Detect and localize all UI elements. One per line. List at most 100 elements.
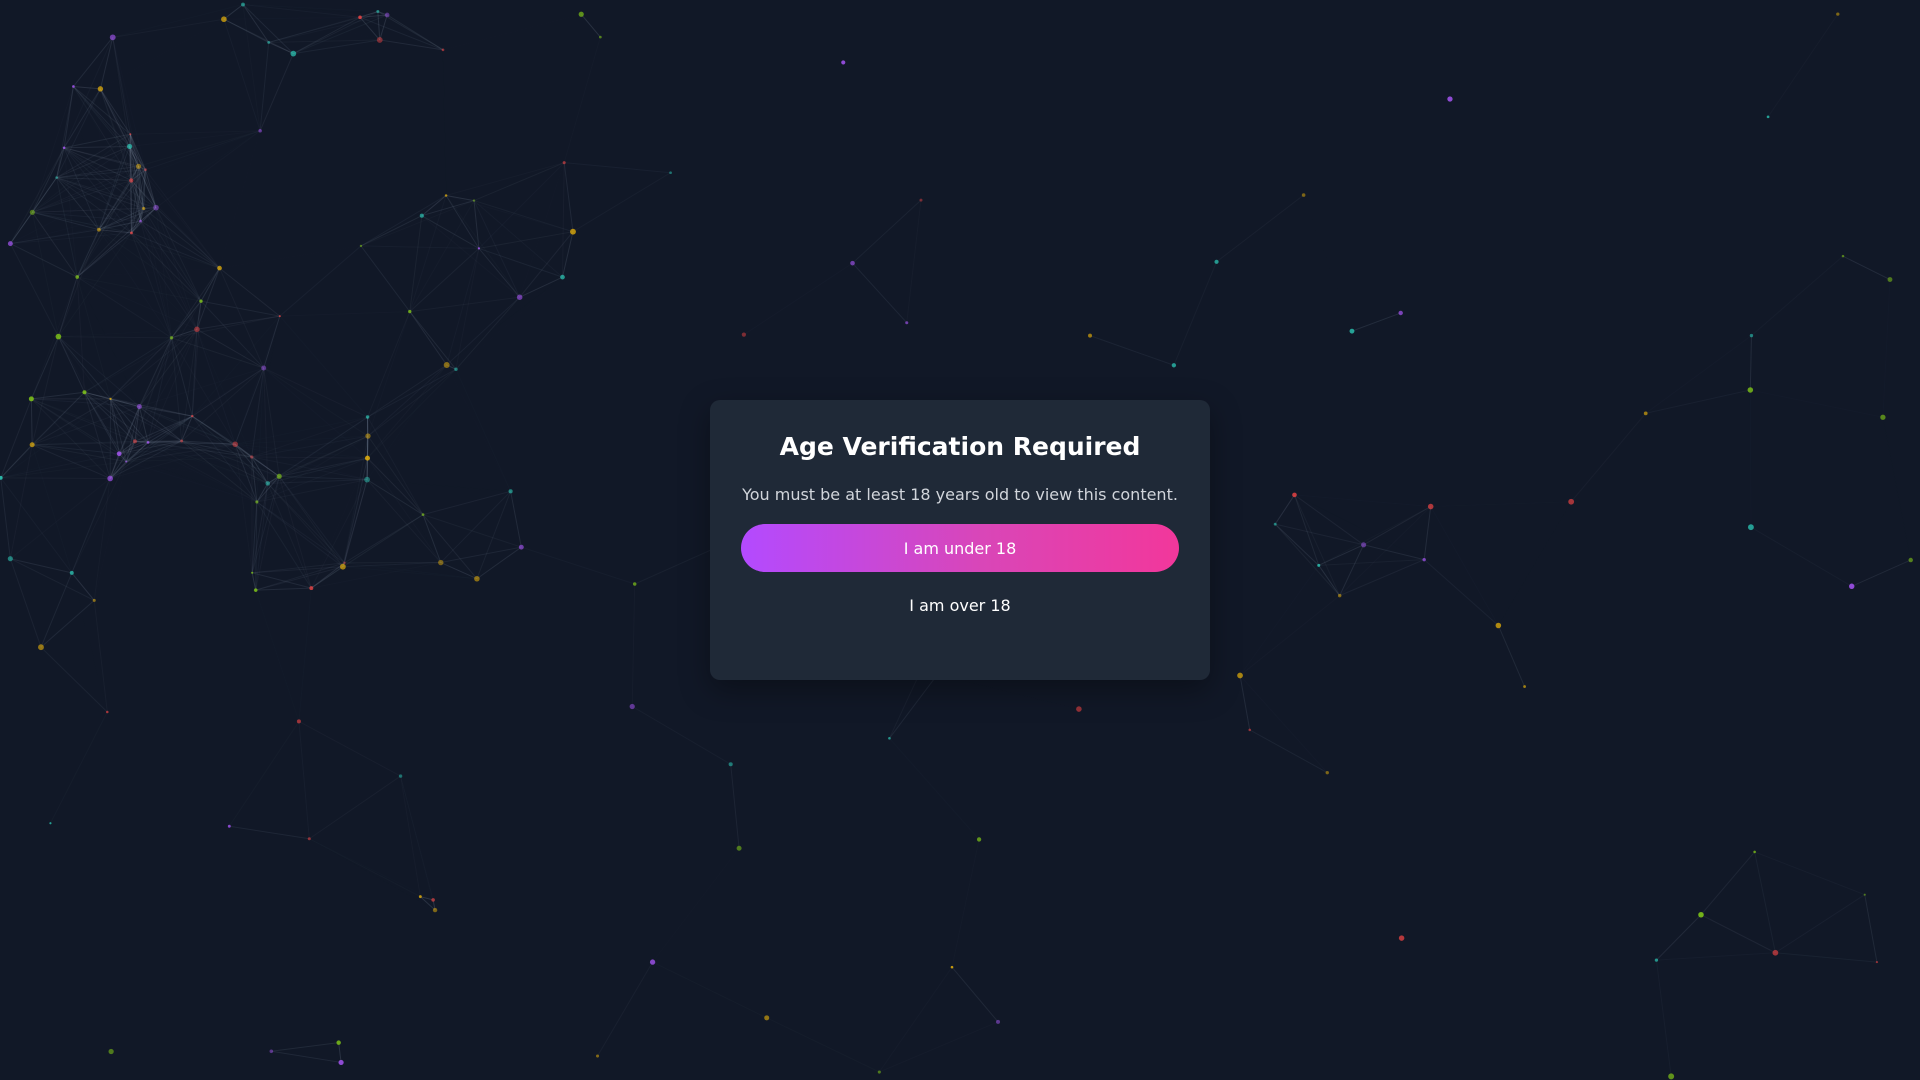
network-node — [153, 204, 159, 211]
network-link — [730, 764, 740, 849]
network-link — [519, 276, 563, 298]
network-node — [1753, 850, 1756, 854]
network-node — [736, 845, 742, 851]
network-node — [432, 907, 438, 913]
network-link — [31, 391, 85, 400]
network-link — [443, 14, 581, 50]
network-node — [199, 299, 203, 303]
network-link — [422, 514, 522, 548]
network-node — [570, 228, 576, 235]
network-link — [345, 563, 477, 579]
network-node — [217, 265, 222, 271]
network-link — [309, 775, 401, 840]
network-link — [379, 39, 444, 51]
network-link — [447, 277, 563, 365]
network-link — [563, 162, 574, 232]
network-link — [57, 336, 85, 393]
network-link — [456, 369, 511, 491]
network-link — [57, 276, 78, 337]
network-link — [259, 42, 270, 131]
network-link — [367, 369, 455, 458]
network-node — [728, 762, 733, 767]
network-link — [259, 53, 294, 132]
network-node — [136, 404, 142, 410]
network-node — [1398, 935, 1405, 941]
network-link — [40, 599, 95, 648]
network-node — [365, 433, 371, 439]
network-link — [278, 476, 345, 564]
network-node — [169, 336, 174, 340]
network-node — [29, 209, 35, 215]
network-link — [1751, 280, 1890, 336]
network-link — [196, 315, 280, 330]
network-node — [278, 315, 281, 318]
network-link — [242, 4, 361, 18]
network-node — [1495, 622, 1502, 629]
network-link — [77, 268, 219, 277]
network-link — [1656, 914, 1702, 961]
network-node — [1361, 542, 1367, 548]
network-link — [564, 37, 600, 163]
modal-message: You must be at least 18 years old to vie… — [742, 485, 1178, 504]
network-link — [1754, 851, 1865, 896]
network-link — [409, 195, 447, 312]
network-link — [126, 462, 257, 502]
network-link — [1423, 559, 1499, 626]
network-node — [1447, 96, 1453, 102]
network-node — [28, 396, 34, 402]
network-link — [1239, 675, 1251, 730]
network-node — [976, 837, 982, 842]
network-link — [1775, 952, 1877, 963]
network-link — [360, 215, 423, 247]
network-link — [1274, 523, 1320, 566]
network-link — [1304, 195, 1352, 331]
network-link — [268, 41, 294, 55]
network-node — [358, 15, 362, 20]
network-link — [1340, 507, 1431, 596]
network-node — [38, 644, 44, 651]
network-node — [1317, 563, 1321, 567]
network-node — [477, 247, 481, 250]
network-link — [219, 267, 265, 369]
network-link — [951, 966, 999, 1023]
network-link — [94, 462, 126, 601]
network-node — [850, 260, 855, 266]
network-link — [1842, 255, 1891, 280]
network-link — [130, 19, 224, 134]
network-link — [264, 368, 368, 458]
network-link — [366, 479, 424, 516]
network-node — [516, 294, 523, 300]
network-link — [58, 336, 172, 339]
over-18-button[interactable]: I am over 18 — [889, 588, 1030, 623]
network-link — [1775, 894, 1866, 954]
network-node — [107, 475, 113, 482]
network-node — [1076, 706, 1082, 712]
network-node — [1237, 672, 1243, 679]
network-link — [1275, 523, 1364, 546]
network-link — [268, 39, 380, 43]
under-18-button[interactable]: I am under 18 — [741, 524, 1179, 572]
network-node — [129, 231, 133, 235]
network-link — [73, 85, 101, 90]
network-node — [443, 361, 450, 368]
network-link — [196, 328, 264, 369]
network-link — [367, 416, 424, 515]
network-link — [409, 311, 448, 366]
network-link — [1768, 14, 1838, 117]
network-node — [290, 50, 297, 57]
network-link — [1274, 494, 1295, 525]
network-node — [255, 500, 259, 504]
network-link — [252, 572, 312, 589]
network-node — [1747, 387, 1754, 393]
network-link — [360, 200, 475, 247]
network-link — [144, 208, 197, 329]
network-node — [307, 837, 311, 841]
network-node — [251, 571, 254, 574]
network-node — [1698, 911, 1704, 918]
network-link — [280, 316, 368, 436]
network-node — [764, 1015, 770, 1021]
network-node — [472, 199, 476, 202]
network-node — [669, 171, 672, 175]
network-link — [852, 199, 922, 264]
network-link — [455, 296, 521, 370]
